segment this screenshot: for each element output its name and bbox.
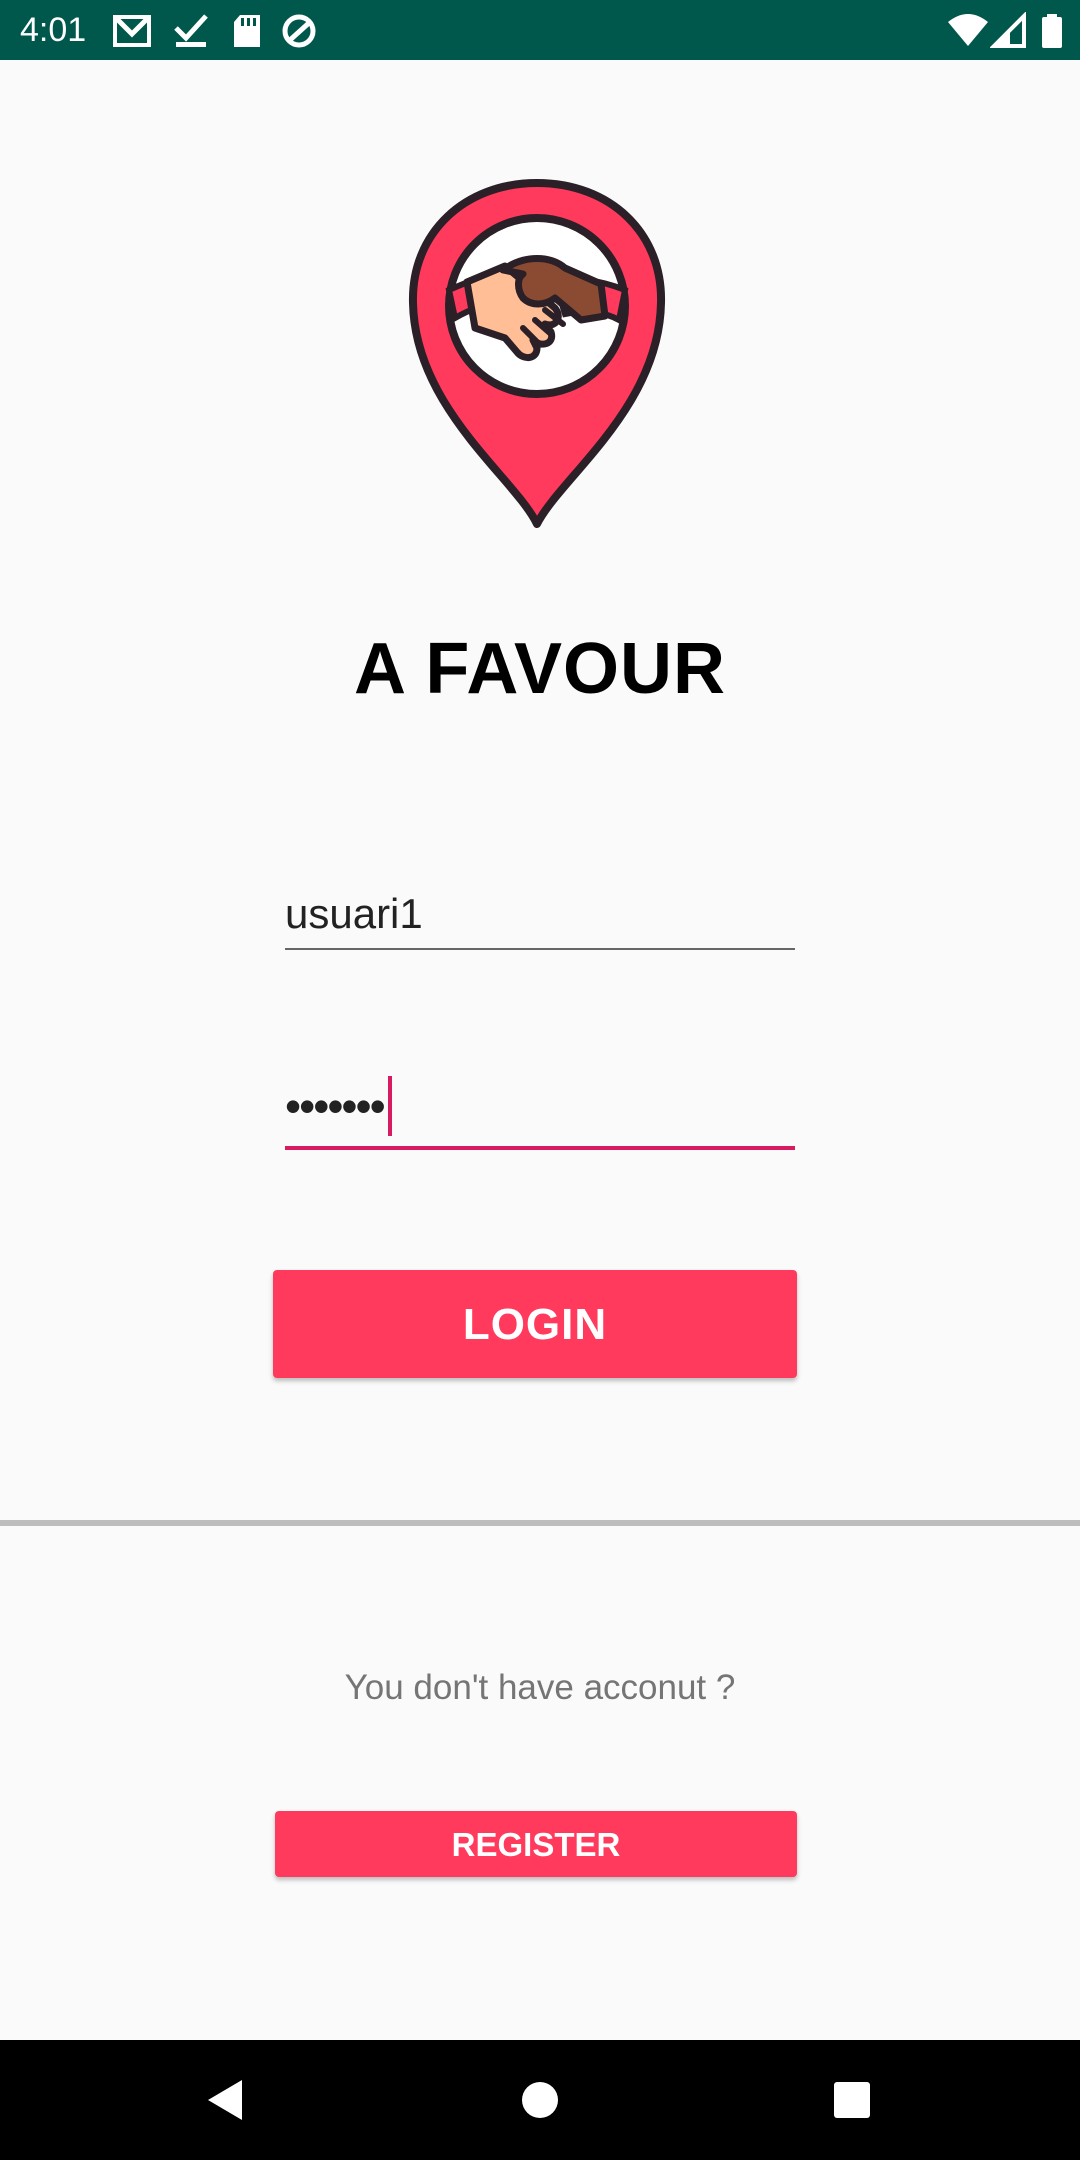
data-saver-icon (282, 14, 316, 48)
status-time: 4:01 (20, 11, 87, 49)
password-value[interactable]: ••••••• (285, 1076, 392, 1140)
sd-card-icon (234, 15, 260, 47)
cell-signal-icon (990, 12, 1026, 48)
password-field[interactable]: ••••••• (285, 1075, 795, 1150)
login-button[interactable]: LOGIN (273, 1270, 797, 1378)
handshake-location-pin-icon (408, 179, 666, 528)
username-field[interactable]: usuari1 (285, 880, 795, 950)
status-bar: 4:01 (0, 0, 1080, 60)
app-title: A FAVOUR (353, 629, 726, 709)
register-button[interactable]: REGISTER (275, 1811, 797, 1877)
gmail-icon (113, 15, 151, 47)
checkmark-icon (174, 14, 208, 47)
navigation-bar (0, 2040, 1080, 2160)
back-icon[interactable] (196, 2070, 256, 2130)
username-value[interactable]: usuari1 (285, 890, 423, 938)
no-account-prompt: You don't have acconut ? (344, 1668, 736, 1707)
battery-icon (1042, 14, 1062, 48)
wifi-icon (948, 14, 988, 46)
section-divider (0, 1520, 1080, 1526)
username-underline (285, 948, 795, 950)
password-dots: ••••••• (285, 1080, 386, 1133)
password-underline (285, 1146, 795, 1150)
text-cursor (387, 1076, 392, 1136)
home-icon[interactable] (510, 2070, 570, 2130)
recents-icon[interactable] (822, 2070, 882, 2130)
